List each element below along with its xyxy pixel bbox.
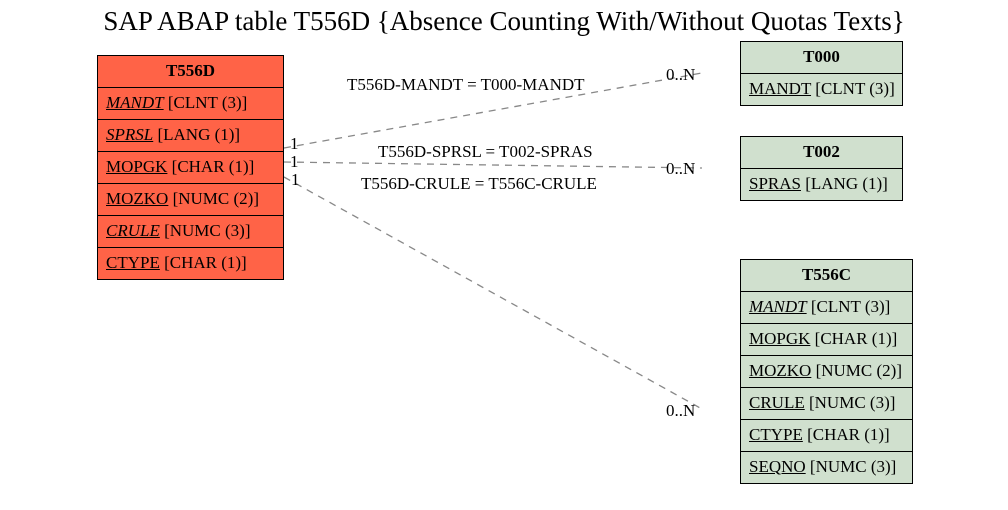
cardinality-right: 0..N [666,65,695,85]
entity-field: MOPGK [CHAR (1)] [741,324,912,356]
relation-label: T556D-MANDT = T000-MANDT [347,75,585,95]
entity-header: T556D [98,56,283,88]
entity-field: MOZKO [NUMC (2)] [741,356,912,388]
entity-field: CRULE [NUMC (3)] [98,216,283,248]
entity-field: MANDT [CLNT (3)] [741,292,912,324]
entity-field: CTYPE [CHAR (1)] [98,248,283,279]
entity-header: T556C [741,260,912,292]
diagram-title: SAP ABAP table T556D {Absence Counting W… [0,6,1008,37]
entity-field: MANDT [CLNT (3)] [741,74,902,105]
entity-header: T000 [741,42,902,74]
cardinality-left: 1 [290,134,299,154]
entity-t002: T002 SPRAS [LANG (1)] [740,136,903,201]
cardinality-left: 1 [290,152,299,172]
entity-field: CTYPE [CHAR (1)] [741,420,912,452]
entity-field: MOPGK [CHAR (1)] [98,152,283,184]
entity-field: MOZKO [NUMC (2)] [98,184,283,216]
relation-label: T556D-SPRSL = T002-SPRAS [378,142,593,162]
entity-t000: T000 MANDT [CLNT (3)] [740,41,903,106]
entity-field: MANDT [CLNT (3)] [98,88,283,120]
relation-label: T556D-CRULE = T556C-CRULE [361,174,597,194]
cardinality-left: 1 [291,170,300,190]
entity-header: T002 [741,137,902,169]
entity-field: SPRSL [LANG (1)] [98,120,283,152]
entity-field: CRULE [NUMC (3)] [741,388,912,420]
cardinality-right: 0..N [666,401,695,421]
entity-field: SEQNO [NUMC (3)] [741,452,912,483]
cardinality-right: 0..N [666,159,695,179]
entity-field: SPRAS [LANG (1)] [741,169,902,200]
entity-t556d: T556D MANDT [CLNT (3)]SPRSL [LANG (1)]MO… [97,55,284,280]
entity-t556c: T556C MANDT [CLNT (3)]MOPGK [CHAR (1)]MO… [740,259,913,484]
